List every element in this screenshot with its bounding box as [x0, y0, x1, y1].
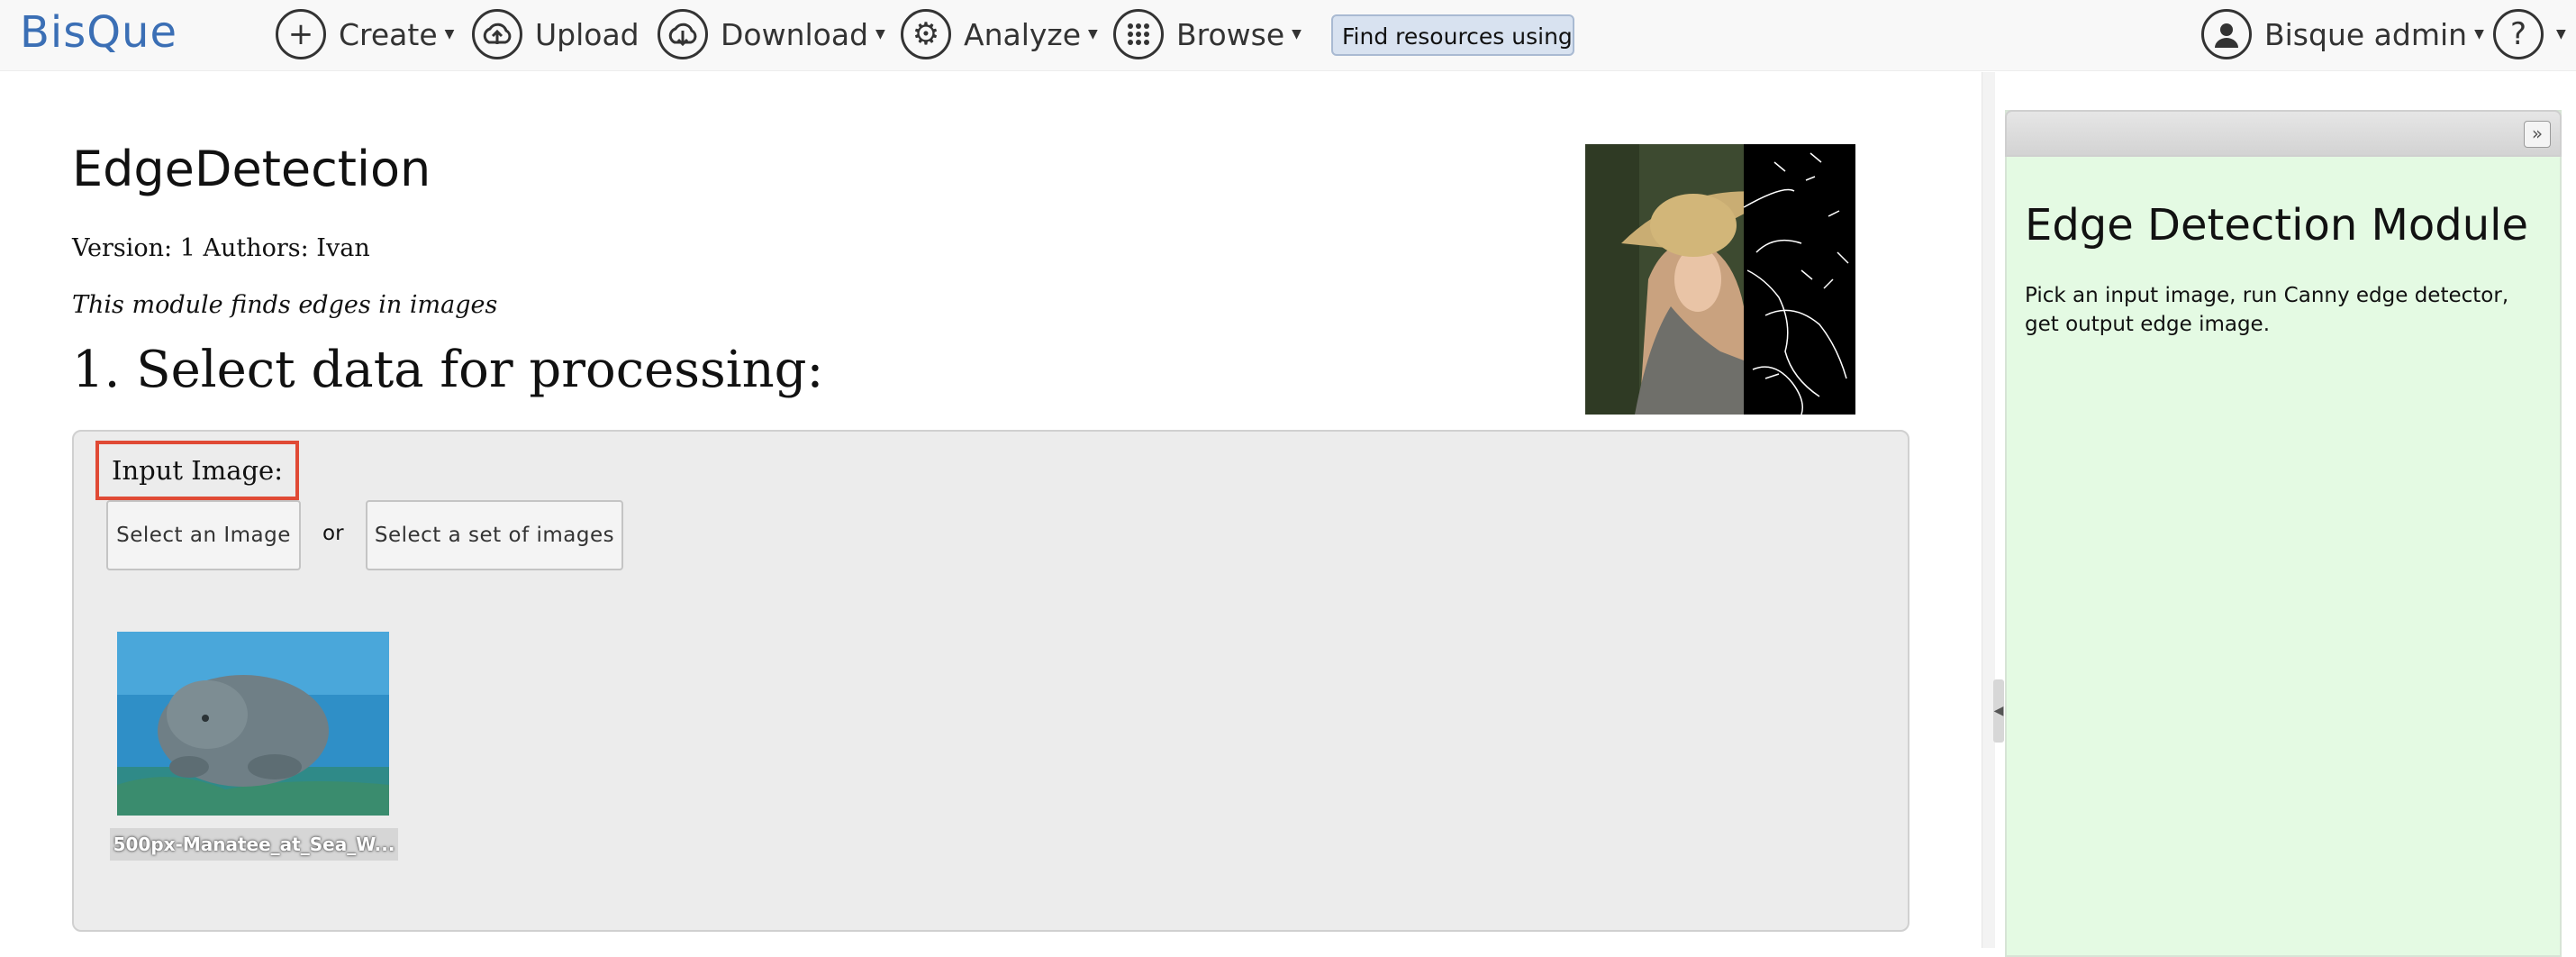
or-text: or — [322, 522, 344, 545]
layout-splitter[interactable] — [1982, 72, 1995, 948]
module-title: EdgeDetection — [72, 141, 431, 197]
nav-download[interactable]: Download ▼ — [658, 7, 885, 61]
nav-create[interactable]: + Create ▼ — [276, 7, 454, 61]
nav-download-label: Download — [721, 16, 869, 52]
nav-upload[interactable]: Upload — [472, 7, 639, 61]
top-navigation-bar: BisQue + Create ▼ Upload Download ▼ ⚙ An… — [0, 0, 2576, 71]
help-icon: ? — [2493, 9, 2544, 59]
user-avatar-icon — [2201, 9, 2252, 59]
plus-circle-icon: + — [276, 9, 326, 59]
nav-analyze[interactable]: ⚙ Analyze ▼ — [901, 7, 1098, 61]
info-panel-text: Pick an input image, run Canny edge dete… — [2025, 284, 2509, 336]
chevron-down-icon: ▼ — [2556, 27, 2566, 41]
grid-dots-icon — [1113, 9, 1164, 59]
info-panel-title: Edge Detection Module — [2025, 200, 2529, 251]
module-main-content: EdgeDetection Version: 1 Authors: Ivan T… — [0, 72, 1982, 948]
chevron-down-icon: ▼ — [2474, 27, 2484, 41]
upload-cloud-icon — [472, 9, 522, 59]
nav-browse-label: Browse — [1176, 16, 1285, 52]
bisque-logo[interactable]: BisQue — [20, 4, 177, 61]
gears-icon: ⚙ — [901, 9, 951, 59]
select-image-set-button[interactable]: Select a set of images — [366, 500, 623, 570]
download-cloud-icon — [658, 9, 708, 59]
logo-text: BisQue — [20, 7, 178, 58]
thumbnail-caption[interactable]: 500px-Manatee_at_Sea_W... — [110, 828, 398, 861]
selected-image-thumbnail[interactable] — [117, 632, 389, 816]
nav-upload-label: Upload — [535, 16, 639, 52]
module-description: This module finds edges in images — [72, 291, 498, 319]
nav-browse[interactable]: Browse ▼ — [1113, 7, 1302, 61]
chevron-down-icon: ▼ — [1292, 27, 1302, 41]
info-panel-header: » — [2005, 110, 2562, 157]
select-image-button[interactable]: Select an Image — [106, 500, 301, 570]
search-input[interactable]: Find resources using tag — [1331, 14, 1574, 56]
section-heading: 1. Select data for processing: — [72, 341, 824, 399]
nav-create-label: Create — [339, 16, 438, 52]
chevron-down-icon: ▼ — [875, 27, 885, 41]
splitter-handle-icon[interactable]: ◀ — [1993, 679, 2004, 743]
module-preview-image — [1585, 144, 1855, 415]
input-selection-panel: Input Image: Select an Image or Select a… — [72, 430, 1909, 932]
input-image-label: Input Image: — [95, 441, 299, 500]
help-menu[interactable]: ? ▼ — [2493, 7, 2566, 61]
user-menu-label: Bisque admin — [2264, 16, 2468, 52]
chevron-down-icon: ▼ — [444, 27, 455, 41]
collapse-panel-icon[interactable]: » — [2524, 121, 2551, 148]
nav-analyze-label: Analyze — [964, 16, 1082, 52]
chevron-down-icon: ▼ — [1088, 27, 1098, 41]
module-meta: Version: 1 Authors: Ivan — [72, 234, 370, 262]
user-menu[interactable]: Bisque admin ▼ — [2201, 7, 2484, 61]
